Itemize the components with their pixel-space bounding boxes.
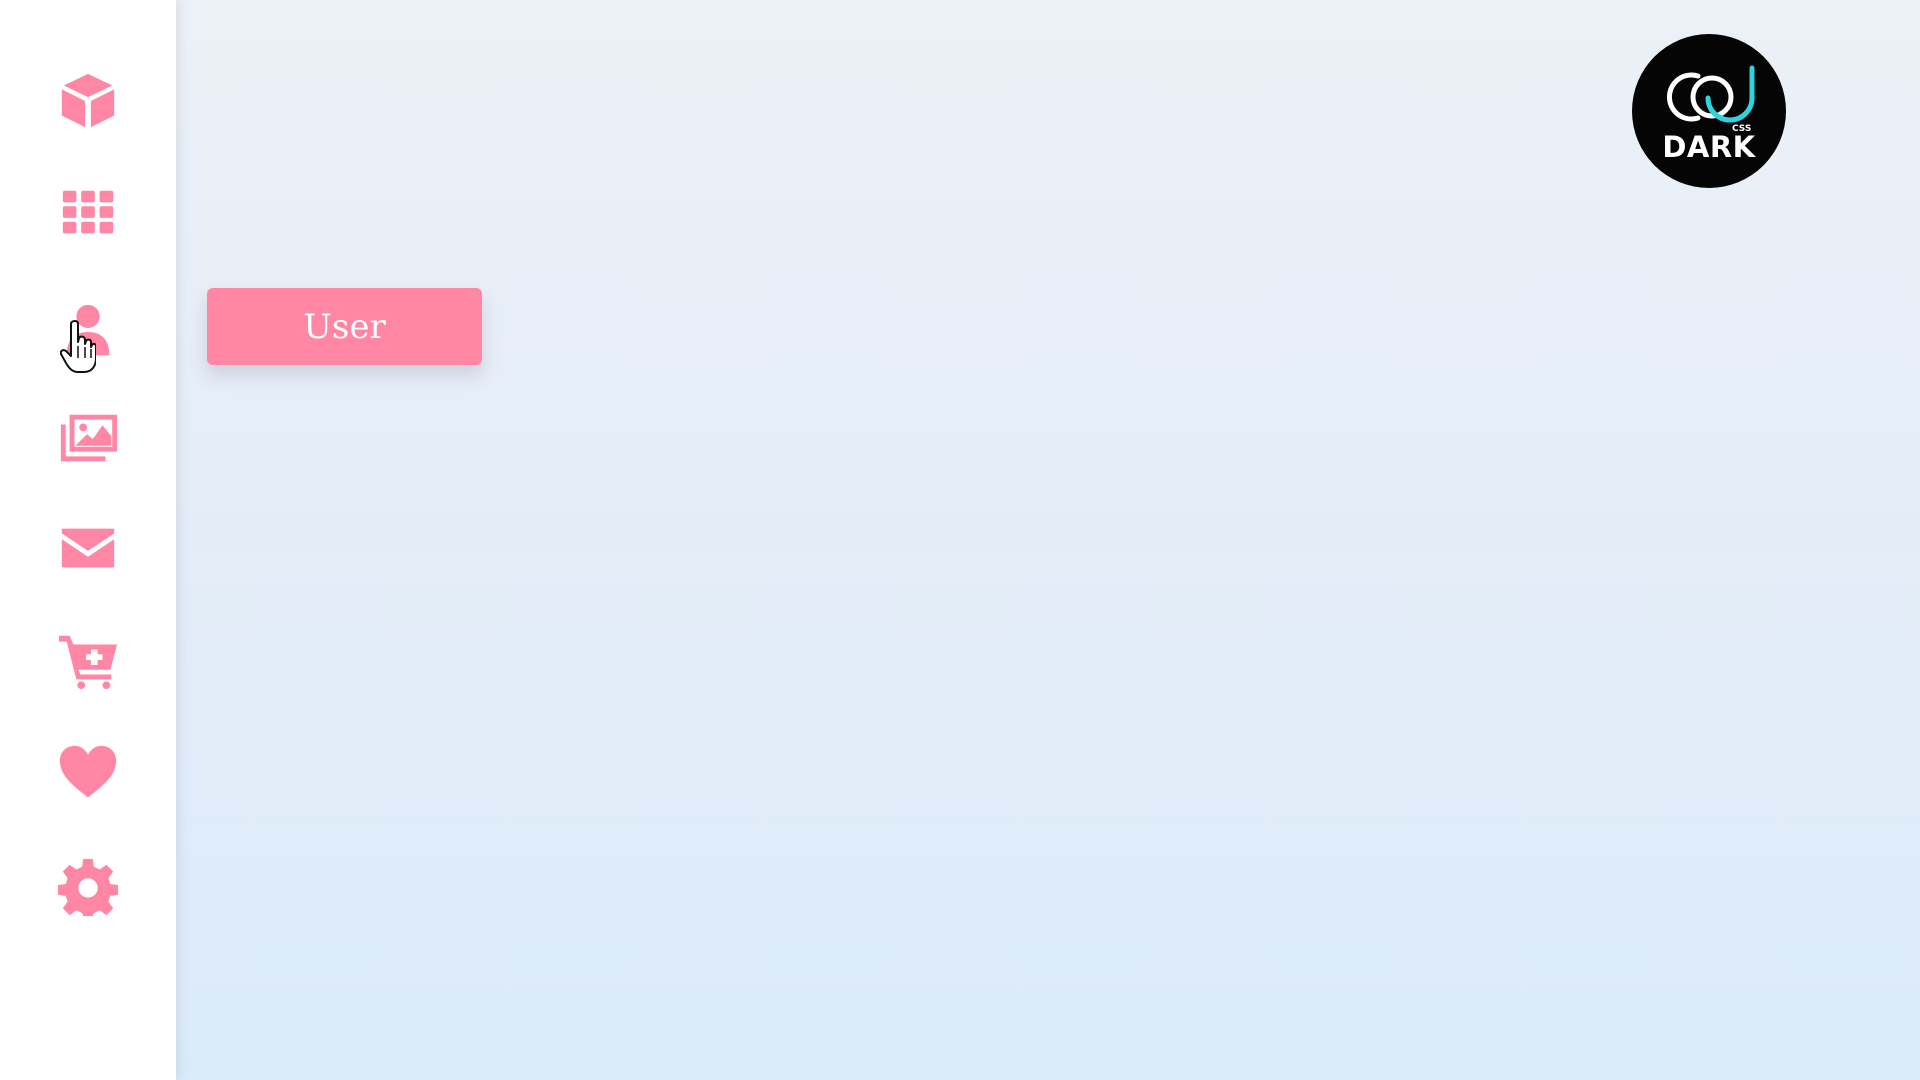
- sidebar: [0, 0, 176, 1080]
- sidebar-item-apps[interactable]: [48, 172, 128, 252]
- css-dark-logo: CSS DARK: [1632, 34, 1786, 188]
- gear-icon: [57, 858, 119, 917]
- logo-rings-icon: [1666, 65, 1755, 123]
- sidebar-item-favorites[interactable]: [48, 732, 128, 812]
- sidebar-item-user[interactable]: [48, 290, 128, 370]
- cube-icon: [61, 73, 115, 128]
- envelope-icon: [61, 528, 115, 568]
- user-tooltip: User: [207, 288, 482, 365]
- sidebar-item-product[interactable]: [48, 60, 128, 140]
- cart-plus-icon: [58, 635, 118, 690]
- user-icon: [66, 304, 110, 356]
- heart-icon: [59, 745, 117, 798]
- grid-icon: [62, 190, 114, 234]
- sidebar-item-messages[interactable]: [48, 508, 128, 588]
- images-icon: [60, 414, 118, 462]
- sidebar-item-gallery[interactable]: [48, 398, 128, 478]
- sidebar-item-cart[interactable]: [48, 620, 128, 700]
- sidebar-item-settings[interactable]: [48, 846, 128, 926]
- logo-main-text: DARK: [1662, 130, 1756, 164]
